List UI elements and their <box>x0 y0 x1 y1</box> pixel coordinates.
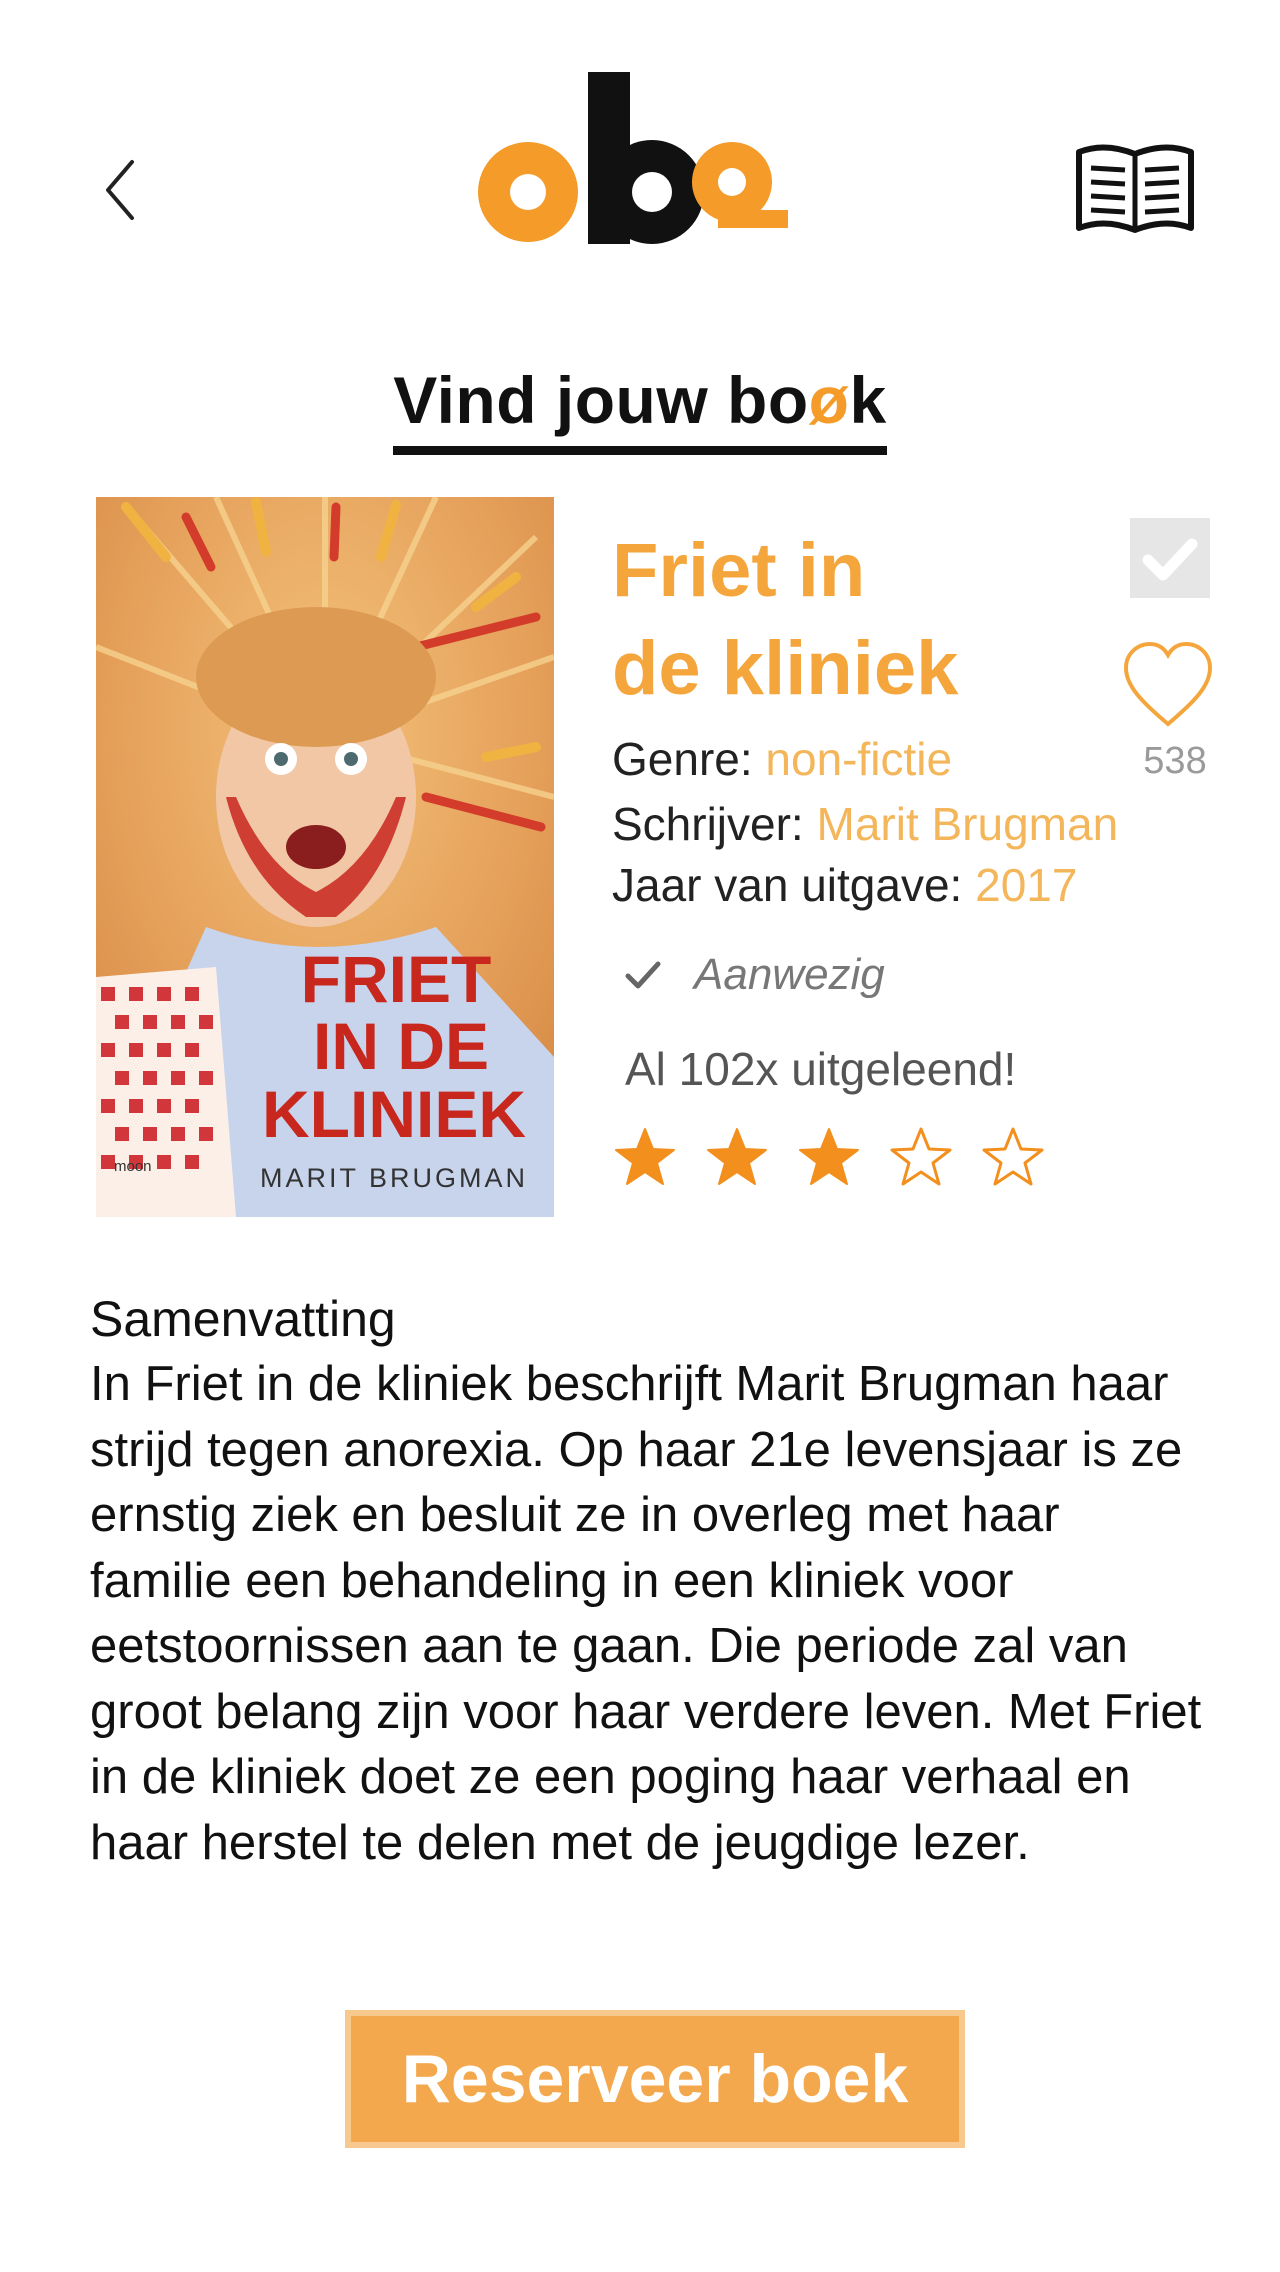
chevron-left-icon <box>106 160 134 220</box>
star-filled-icon[interactable] <box>704 1125 770 1191</box>
book-title-line-2: de kliniek <box>612 626 959 711</box>
page-title-text: Vind jouw bo <box>393 363 809 437</box>
back-button[interactable] <box>96 150 146 230</box>
star-filled-icon[interactable] <box>796 1125 862 1191</box>
star-empty-icon[interactable] <box>888 1125 954 1191</box>
reserve-button[interactable]: Reserveer boek <box>345 2010 965 2148</box>
rating-stars <box>612 1125 1046 1191</box>
cover-publisher: moon <box>114 1158 152 1175</box>
borrowed-count: Al 102x uitgeleend! <box>625 1043 1017 1095</box>
check-icon <box>1142 538 1198 581</box>
page-title-accent: ø <box>808 363 850 437</box>
genre-line: Genre: non-fictie <box>612 732 952 786</box>
availability-text: Aanwezig <box>694 950 885 999</box>
book-title: Friet in de kliniek <box>612 522 1132 718</box>
book-title-line-1: Friet in <box>612 528 866 613</box>
genre-label: Genre: <box>612 733 753 785</box>
star-filled-icon[interactable] <box>612 1125 678 1191</box>
summary-title: Samenvatting <box>90 1291 396 1347</box>
reading-list-button[interactable] <box>1075 140 1195 240</box>
summary-text: In Friet in de kliniek beschrijft Marit … <box>90 1357 1202 1870</box>
cover-title-line-3: KLINIEK <box>262 1077 526 1151</box>
book-cover: FRIET IN DE KLINIEK MARIT BRUGMAN moon <box>96 497 554 1217</box>
page-title: Vind jouw boøk <box>0 362 1280 455</box>
open-book-icon <box>1076 144 1194 233</box>
availability-status: Aanwezig <box>622 950 885 1000</box>
select-checkbox[interactable] <box>1130 518 1210 598</box>
year-line: Jaar van uitgave: 2017 <box>612 858 1077 912</box>
cover-author: MARIT BRUGMAN <box>260 1163 528 1193</box>
author-value[interactable]: Marit Brugman <box>817 798 1119 850</box>
year-label: Jaar van uitgave: <box>612 859 963 911</box>
year-value: 2017 <box>975 859 1078 911</box>
oba-logo <box>470 70 820 260</box>
like-count: 538 <box>1143 740 1207 782</box>
like-button[interactable] <box>1122 640 1214 730</box>
page-title-suffix: k <box>849 363 887 437</box>
cover-title-line-1: FRIET <box>301 942 492 1016</box>
heart-icon <box>1123 641 1213 727</box>
author-label: Schrijver: <box>612 798 804 850</box>
star-empty-icon[interactable] <box>980 1125 1046 1191</box>
author-line: Schrijver: Marit Brugman <box>612 797 1118 851</box>
checkmark-icon <box>625 961 661 989</box>
cover-title-line-2: IN DE <box>313 1009 489 1083</box>
genre-value[interactable]: non-fictie <box>765 733 952 785</box>
reserve-button-label: Reserveer boek <box>401 2041 909 2117</box>
